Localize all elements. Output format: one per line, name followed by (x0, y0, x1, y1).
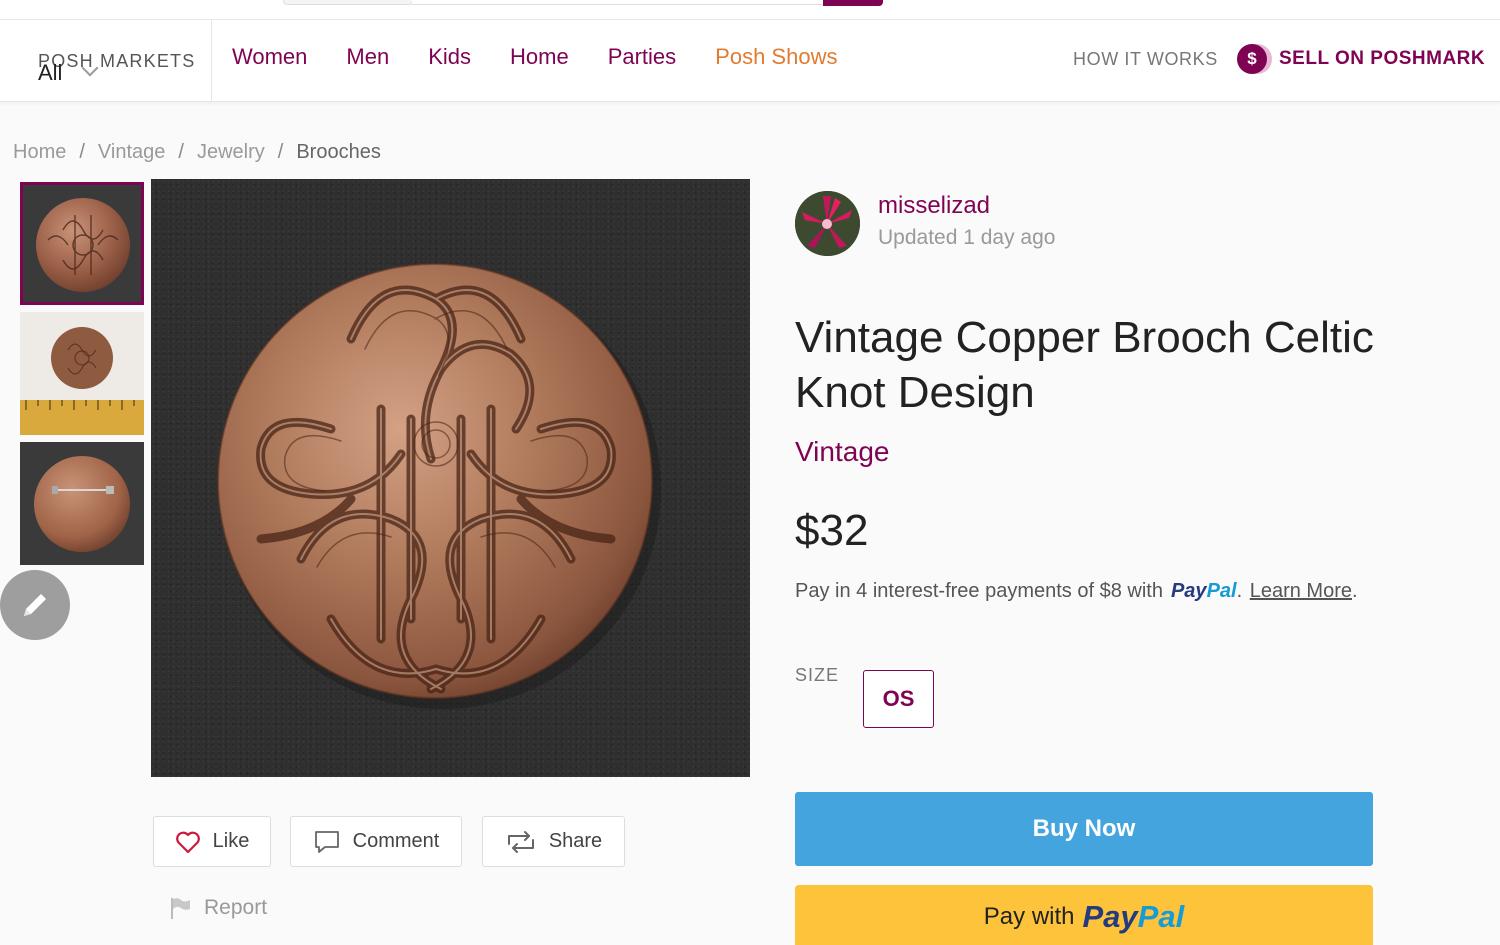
share-label: Share (548, 830, 603, 852)
breadcrumb-home[interactable]: Home (13, 141, 66, 164)
share-button[interactable]: Share (482, 816, 625, 867)
comment-label: Comment (352, 830, 440, 852)
dollar-icon: $ (1237, 44, 1272, 74)
search-input[interactable] (412, 0, 824, 5)
thumbnail-3[interactable] (20, 442, 144, 565)
report-link[interactable]: Report (168, 895, 267, 921)
seller-avatar[interactable] (795, 191, 860, 256)
nav-women[interactable]: Women (232, 44, 307, 70)
breadcrumb-separator: / (79, 141, 85, 163)
listing-title: Vintage Copper Brooch Celtic Knot Design (795, 313, 1374, 417)
markets-value[interactable]: All (38, 59, 99, 86)
pay-with-paypal-button[interactable]: Pay with PayPal (795, 885, 1373, 945)
main-product-image[interactable] (151, 179, 750, 777)
breadcrumb: Home / Vintage / Jewelry / Brooches (13, 141, 381, 164)
pay-with-label: Pay with (983, 903, 1075, 930)
search-button[interactable] (823, 0, 883, 6)
breadcrumb-separator: / (178, 141, 184, 163)
sell-label: SELL ON POSHMARK (1279, 48, 1486, 69)
seller-username[interactable]: misselizad (878, 192, 990, 220)
nav-parties[interactable]: Parties (608, 44, 676, 70)
nav-posh-shows[interactable]: Posh Shows (715, 44, 837, 70)
heart-icon (175, 831, 200, 853)
comment-icon (314, 830, 339, 853)
search-category-select[interactable] (283, 0, 413, 5)
paypal-logo: PayPal (1170, 580, 1237, 602)
how-it-works-link[interactable]: HOW IT WORKS (1073, 49, 1218, 70)
installment-text: Pay in 4 interest-free payments of $8 wi… (795, 580, 1163, 602)
flag-icon (171, 898, 190, 919)
learn-more-link[interactable]: Learn More (1250, 580, 1352, 603)
breadcrumb-vintage[interactable]: Vintage (98, 141, 165, 164)
nav-bar: POSH MARKETS All Women Men Kids Home Par… (0, 20, 1500, 102)
edit-button[interactable] (0, 570, 70, 640)
paypal-logo: PayPal (1082, 899, 1185, 934)
comment-button[interactable]: Comment (290, 816, 462, 867)
breadcrumb-brooches[interactable]: Brooches (296, 141, 381, 164)
lily-flower-avatar-image (795, 191, 860, 256)
breadcrumb-separator: / (277, 141, 284, 163)
pencil-icon (24, 594, 46, 616)
breadcrumb-jewelry[interactable]: Jewelry (197, 141, 265, 164)
nav-men[interactable]: Men (346, 44, 389, 70)
markets-value-label: All (38, 60, 63, 85)
listing-price: $32 (795, 506, 869, 555)
nav-home[interactable]: Home (510, 44, 569, 70)
size-label: SIZE (795, 665, 840, 685)
buy-now-button[interactable]: Buy Now (795, 792, 1373, 866)
category-nav: Women Men Kids Home Parties Posh Shows (232, 44, 876, 70)
sell-on-poshmark-button[interactable]: $ SELL ON POSHMARK (1237, 44, 1485, 74)
share-icon (507, 830, 534, 853)
brooch-ruler-thumbnail-image (20, 312, 144, 435)
thumbnail-2[interactable] (20, 312, 144, 435)
nav-kids[interactable]: Kids (428, 44, 471, 70)
like-label: Like (212, 830, 250, 852)
posh-markets-selector[interactable]: POSH MARKETS All (0, 20, 212, 102)
updated-timestamp: Updated 1 day ago (878, 226, 1056, 249)
brooch-back-thumbnail-image (34, 456, 130, 552)
brooch-front-thumbnail-image (36, 198, 130, 292)
thumbnail-1[interactable] (20, 182, 144, 305)
listing-brand[interactable]: Vintage (795, 436, 889, 468)
copper-brooch-image (217, 263, 661, 709)
paypal-installment-info: Pay in 4 interest-free payments of $8 wi… (795, 580, 1358, 603)
size-option-os[interactable]: OS (863, 670, 934, 728)
like-button[interactable]: Like (153, 816, 271, 867)
report-label: Report (204, 896, 268, 919)
top-search-strip (0, 0, 1500, 20)
chevron-down-icon (81, 59, 99, 77)
